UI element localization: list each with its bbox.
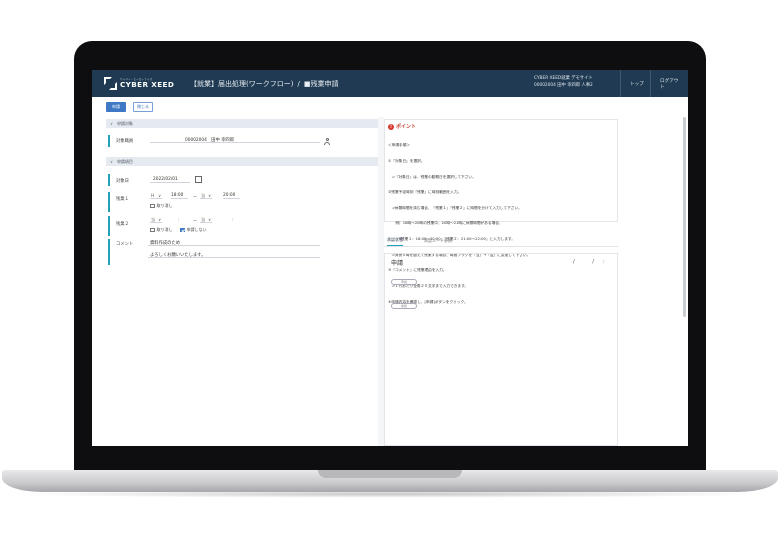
target-date-input[interactable]: 2022/02/01 <box>150 177 190 183</box>
chevron-down-icon: ∨ <box>158 217 161 222</box>
overtime1-label: 残業１ <box>116 197 129 202</box>
instruction-line: 例）18時〜20時の残業中、20時〜21時に休憩時間がある場合、 <box>388 221 503 226</box>
cyber-xeed-logo[interactable]: サイバー・ヒーローナイズ CYBER XEED <box>92 77 178 90</box>
logo-name: CYBER XEED <box>120 80 175 90</box>
user-info: CYBER XEED就業 デモサイト 00002004 田中 幸四郎 人事2 <box>534 76 593 89</box>
toolbar: 申請 閉じる <box>92 97 688 117</box>
checkbox-box-checked <box>180 227 185 233</box>
instruction-line: ⇒『対象日』は、残業の勤務日を選択して下さい。 <box>388 174 476 179</box>
calendar-icon[interactable] <box>195 176 202 183</box>
breadcrumb-separator: / <box>297 79 300 88</box>
point-box: ! ポイント ＜申請手順＞ ①『対象日』を選択。 ⇒『対象日』は、残業の勤務日を選… <box>384 119 618 304</box>
comment-label: コメント <box>116 242 134 247</box>
instruction-line: ②残業予定時刻『残業』に時刻範囲を入力。 <box>388 190 462 195</box>
chevron-down-icon: ∨ <box>208 193 211 198</box>
range-tilde: 〜 <box>193 194 197 199</box>
target-employee-field[interactable]: 00002004 田中 幸四郎 <box>150 137 320 143</box>
laptop-notch <box>318 470 462 478</box>
overtime1-end-input[interactable]: 20:00 <box>223 193 240 199</box>
instruction-line: ①『対象日』を選択。 <box>388 159 425 164</box>
section-header-target[interactable]: ∨ 申請対象 <box>106 119 378 128</box>
laptop-screen: サイバー・ヒーローナイズ CYBER XEED 【就業】届出処理(ワークフロー)… <box>92 70 688 446</box>
row-marker <box>108 216 110 236</box>
overtime2-cancel-checkbox[interactable]: 取り消し <box>150 227 173 233</box>
section-title: 申請項目 <box>116 158 133 164</box>
request-status-box: 申請 / / : 申請 承認 <box>384 253 618 446</box>
point-title: ポイント <box>396 124 417 130</box>
overtime2-no-apply-checkbox[interactable]: 申請しない <box>180 227 207 233</box>
target-employee-label: 対象職員 <box>116 139 134 144</box>
row-marker <box>108 135 110 147</box>
status-pill-approve: 承認 <box>391 303 417 309</box>
overtime2-end-flag-select[interactable]: 当 ∨ <box>200 217 212 223</box>
info-panel: ! ポイント ＜申請手順＞ ①『対象日』を選択。 ⇒『対象日』は、残業の勤務日を選… <box>384 117 688 446</box>
chevron-down-icon: ∨ <box>110 159 113 164</box>
section-title: 申請対象 <box>116 120 133 126</box>
range-tilde: 〜 <box>193 218 197 223</box>
status-pill-apply: 申請 <box>391 279 417 285</box>
target-date-label: 対象日 <box>116 179 129 184</box>
overtime1-start-input[interactable]: 18:00 <box>171 193 188 199</box>
tab-approval-status[interactable]: 承認状態 <box>387 235 403 246</box>
overtime2-end-colon[interactable]: : <box>232 217 233 222</box>
nav-logout-link[interactable]: ログアウト <box>650 70 688 97</box>
nav-top-link[interactable]: トップ <box>620 70 653 97</box>
comment-line-2-input[interactable]: よろしくお願いいたします。 <box>148 252 320 258</box>
instruction-line: ⇒休憩時間を挟む場合、『残業１』『残業２』に時間を分けて入力して下さい。 <box>388 205 522 210</box>
user-name: 00002004 田中 幸四郎 人事2 <box>534 82 593 88</box>
overtime1-start-flag-select[interactable]: H ∨ <box>150 193 162 199</box>
checkbox-box <box>150 203 155 209</box>
site-name: CYBER XEED就業 デモサイト <box>534 76 593 81</box>
overtime2-start-flag-select[interactable]: 当 ∨ <box>150 217 162 223</box>
breadcrumb-current: ■残業申請 <box>303 79 339 88</box>
row-marker <box>108 192 110 212</box>
checkbox-box <box>150 227 155 233</box>
form-panel: ∨ 申請対象 対象職員 00002004 田中 幸四郎 ∨ 申請項目 対象日 202… <box>92 117 378 446</box>
request-date: / / <box>573 259 602 265</box>
alert-icon: ! <box>388 123 394 130</box>
chevron-down-icon: ∨ <box>208 217 211 222</box>
breadcrumb: 【就業】届出処理(ワークフロー) / ■残業申請 <box>178 79 338 89</box>
logo-mark-icon <box>104 77 117 90</box>
apply-button[interactable]: 申請 <box>106 102 126 112</box>
scrollbar[interactable] <box>683 117 686 317</box>
person-icon[interactable] <box>324 138 330 145</box>
instruction-line: ＜申請手順＞ <box>388 143 411 148</box>
row-marker <box>108 239 110 265</box>
chevron-down-icon: ∨ <box>158 193 161 198</box>
point-header: ! ポイント <box>388 123 416 130</box>
chevron-down-icon: ∨ <box>110 121 113 126</box>
request-time: : <box>603 259 605 265</box>
overtime2-start-colon[interactable]: : <box>178 217 179 222</box>
comment-line-1-input[interactable]: 資料作成のため <box>148 240 320 246</box>
row-marker <box>108 174 110 186</box>
tab-bar: 承認状態 承認ルート参照 <box>384 235 618 247</box>
app-header: サイバー・ヒーローナイズ CYBER XEED 【就業】届出処理(ワークフロー)… <box>92 70 688 97</box>
section-header-items[interactable]: ∨ 申請項目 <box>106 157 378 166</box>
breadcrumb-parent[interactable]: 【就業】届出処理(ワークフロー) <box>190 80 293 88</box>
request-title: 申請 <box>391 260 404 267</box>
overtime1-end-flag-select[interactable]: 当 ∨ <box>200 193 212 199</box>
close-button[interactable]: 閉じる <box>133 102 153 112</box>
tab-approval-route[interactable]: 承認ルート参照 <box>424 235 452 246</box>
overtime1-cancel-checkbox[interactable]: 取り消し <box>150 203 173 209</box>
overtime2-label: 残業２ <box>116 222 129 227</box>
